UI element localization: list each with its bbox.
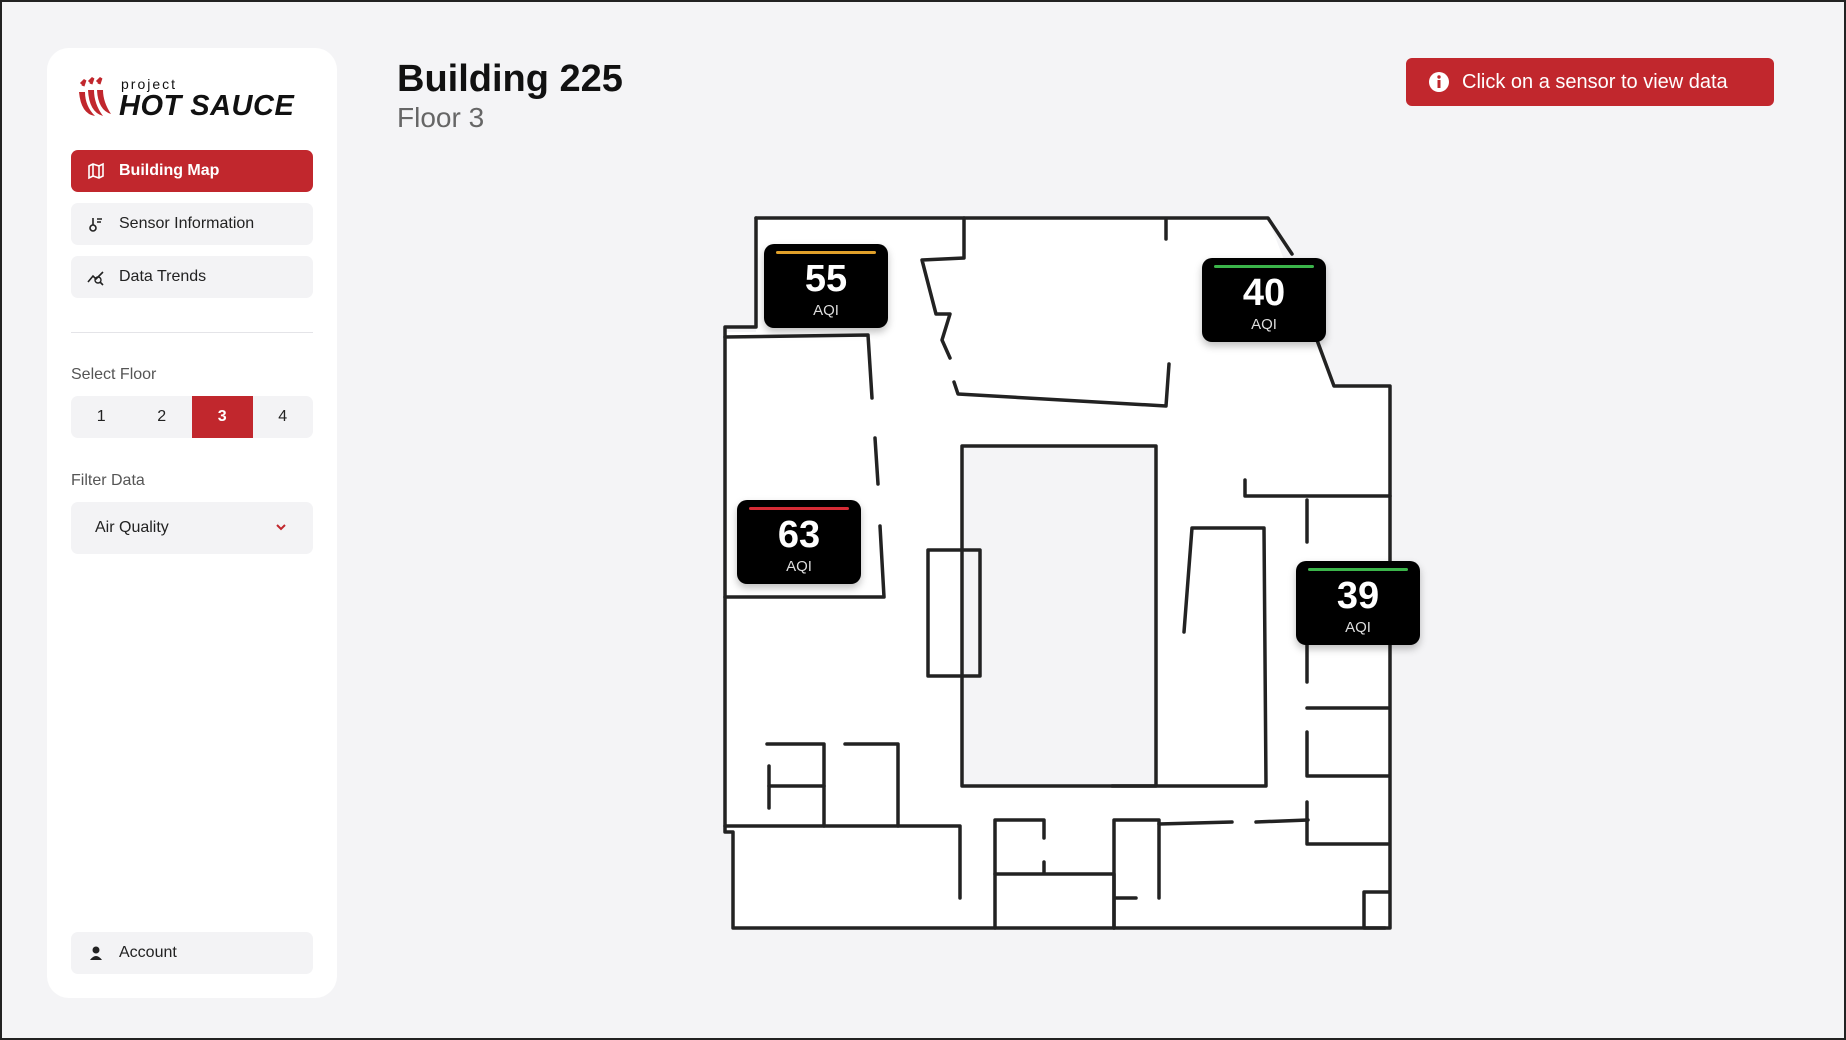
info-icon xyxy=(1429,72,1449,92)
account-button[interactable]: Account xyxy=(71,932,313,974)
nav-label: Data Trends xyxy=(119,268,207,285)
map-icon xyxy=(88,162,104,180)
nav-data-trends[interactable]: Data Trends xyxy=(71,256,313,298)
sensor-card[interactable]: 63 AQI xyxy=(737,500,861,584)
info-banner-text: Click on a sensor to view data xyxy=(1462,70,1728,93)
user-icon xyxy=(90,946,102,960)
info-banner: Click on a sensor to view data xyxy=(1406,58,1774,106)
sensor-value: 40 xyxy=(1242,272,1286,314)
filter-dropdown[interactable]: Air Quality xyxy=(71,502,313,554)
page-subtitle: Floor 3 xyxy=(397,102,485,133)
sensor-unit: AQI xyxy=(1251,316,1277,333)
account-label: Account xyxy=(119,944,177,961)
floor-button-3[interactable]: 3 xyxy=(192,396,253,438)
sensor-status-bar xyxy=(1308,568,1408,571)
thermometer-icon xyxy=(89,218,102,232)
sensor-card[interactable]: 55 AQI xyxy=(764,244,888,328)
sensor-status-bar xyxy=(776,251,876,254)
chili-logo-icon xyxy=(79,76,111,116)
sensor-value: 39 xyxy=(1336,575,1380,617)
sensor-status-bar xyxy=(749,507,849,510)
select-floor-label: Select Floor xyxy=(71,366,157,383)
chevron-down-icon xyxy=(276,524,286,531)
floor-button-1[interactable]: 1 xyxy=(71,396,132,438)
sensor-value: 63 xyxy=(777,514,821,556)
floor-button-4[interactable]: 4 xyxy=(253,396,314,438)
sensor-unit: AQI xyxy=(1345,619,1371,636)
sensor-value: 55 xyxy=(804,258,848,300)
sensor-card[interactable]: 40 AQI xyxy=(1202,258,1326,342)
nav-label: Building Map xyxy=(119,162,220,179)
nav-building-map[interactable]: Building Map xyxy=(71,150,313,192)
sensor-card[interactable]: 39 AQI xyxy=(1296,561,1420,645)
sensor-unit: AQI xyxy=(786,558,812,575)
logo: project HOT SAUCE xyxy=(75,70,295,126)
trend-icon xyxy=(87,271,104,286)
nav-label: Sensor Information xyxy=(119,215,255,232)
filter-data-label: Filter Data xyxy=(71,472,145,489)
sensor-unit: AQI xyxy=(813,302,839,319)
brand-name: HOT SAUCE xyxy=(119,90,295,122)
nav-sensor-information[interactable]: Sensor Information xyxy=(71,203,313,245)
sidebar: project HOT SAUCE Building Map Sensor In… xyxy=(47,48,337,998)
floor-selector: 1 2 3 4 xyxy=(71,396,313,438)
sidebar-divider xyxy=(71,332,313,333)
page-title: Building 225 xyxy=(397,58,623,100)
sensor-status-bar xyxy=(1214,265,1314,268)
filter-value: Air Quality xyxy=(95,519,169,536)
floor-button-2[interactable]: 2 xyxy=(132,396,193,438)
